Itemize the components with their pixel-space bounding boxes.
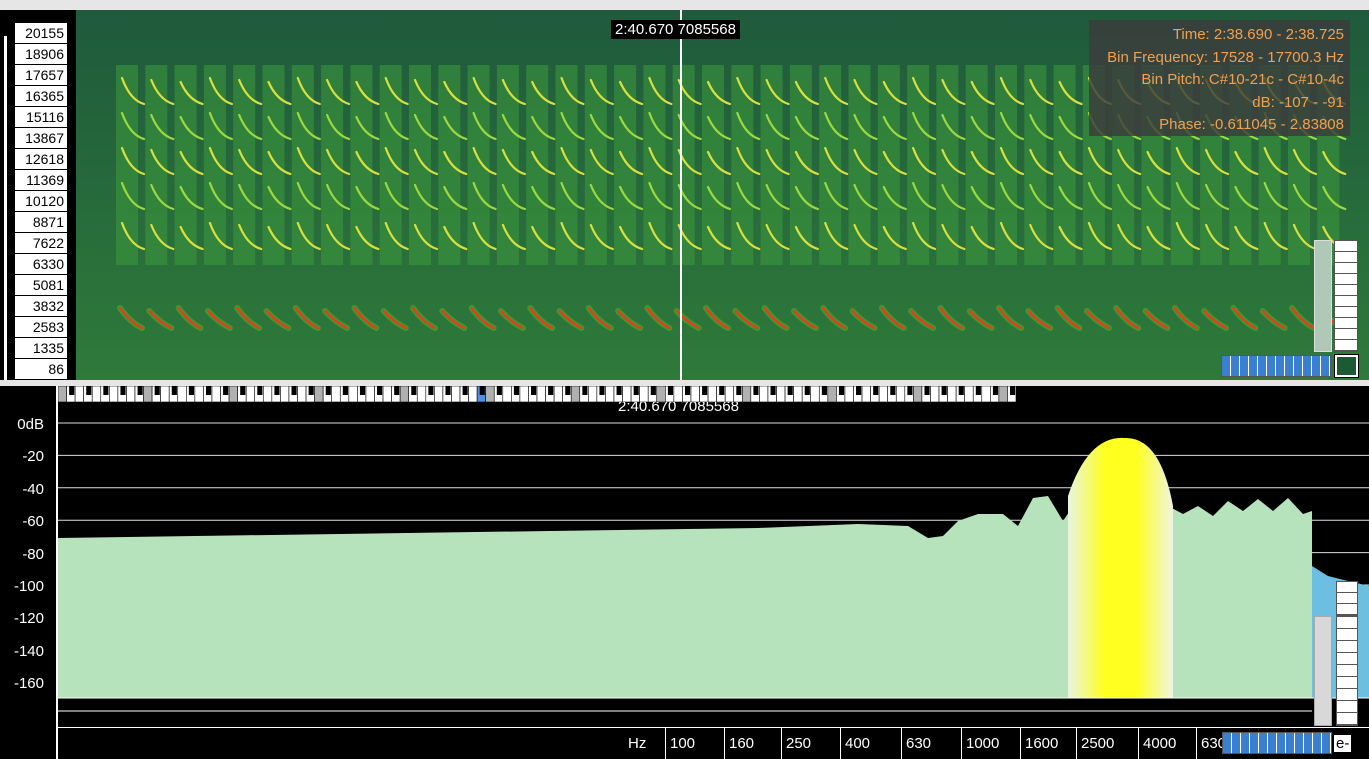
frequency-label: 8871 bbox=[15, 212, 67, 233]
spectrogram-view[interactable]: 2:40.670 7085568 Time: 2:38.690 - 2:38.7… bbox=[76, 10, 1369, 380]
hz-axis-label: 4000 bbox=[1143, 735, 1177, 752]
db-label: -120 bbox=[13, 610, 44, 628]
piano-keyboard[interactable] bbox=[58, 386, 1016, 402]
info-phase: Phase: -0.611045 - 2.83808 bbox=[1159, 116, 1344, 134]
db-label: -80 bbox=[22, 545, 44, 563]
frequency-scale-bar bbox=[4, 36, 7, 380]
spectrum-analyser-panel: 0dB -20 -40 -60 -80 -100 -120 -140 -160 2:40.670… bbox=[0, 386, 1369, 759]
hz-axis-tick bbox=[1196, 728, 1197, 759]
analyser-top-buttons[interactable] bbox=[1336, 581, 1358, 616]
db-label: -140 bbox=[13, 642, 44, 660]
frequency-label: 7622 bbox=[15, 233, 67, 254]
hz-axis-tick bbox=[1020, 728, 1021, 759]
hz-axis-tick bbox=[724, 728, 725, 759]
app-window: 20155 18906 17657 16365 15116 13867 12618 11369… bbox=[0, 0, 1369, 759]
db-label: -60 bbox=[22, 513, 44, 531]
frequency-label: 10120 bbox=[15, 191, 67, 212]
info-bin-frequency: Bin Frequency: 17528 - 17700.3 Hz bbox=[1107, 48, 1344, 66]
hz-axis-cut-label: e- bbox=[1334, 735, 1352, 752]
spectrogram-vertical-scrollbar[interactable] bbox=[1314, 240, 1332, 352]
analyser-vertical-scrollbar[interactable] bbox=[1314, 616, 1332, 726]
bin-info-tooltip: Time: 2:38.690 - 2:38.725 Bin Frequency:… bbox=[1089, 20, 1350, 136]
hz-axis-tick bbox=[781, 728, 782, 759]
hz-axis-label: 100 bbox=[670, 735, 696, 752]
spectrum-plot bbox=[58, 422, 1369, 712]
hz-axis-label: 1000 bbox=[966, 735, 1000, 752]
hz-axis-label: 250 bbox=[786, 735, 812, 752]
frequency-label: 15116 bbox=[15, 107, 67, 128]
colormap-button[interactable] bbox=[1334, 354, 1359, 378]
hz-axis-label: 2500 bbox=[1081, 735, 1115, 752]
hz-axis-tick bbox=[840, 728, 841, 759]
db-label: -40 bbox=[22, 480, 44, 498]
frequency-label: 12618 bbox=[15, 149, 67, 170]
hz-axis-label: 160 bbox=[729, 735, 755, 752]
frequency-scale: 20155 18906 17657 16365 15116 13867 12618 11369… bbox=[0, 10, 76, 380]
db-label: -160 bbox=[13, 675, 44, 693]
hz-axis-label: 400 bbox=[845, 735, 871, 752]
frequency-label: 18906 bbox=[15, 44, 67, 65]
frequency-label: 6330 bbox=[15, 254, 67, 275]
db-label: 0dB bbox=[17, 416, 44, 433]
hz-axis-label: 630 bbox=[906, 735, 932, 752]
frequency-label: 2583 bbox=[15, 317, 67, 338]
info-time: Time: 2:38.690 - 2:38.725 bbox=[1172, 26, 1344, 43]
frequency-label: 17657 bbox=[15, 65, 67, 86]
hz-axis-tick bbox=[961, 728, 962, 759]
db-label: -100 bbox=[13, 578, 44, 595]
hz-axis-label: Hz bbox=[628, 735, 647, 752]
spectrogram-panel: 20155 18906 17657 16365 15116 13867 12618 11369… bbox=[0, 10, 1369, 380]
spectrogram-vertical-zoom-buttons[interactable] bbox=[1334, 240, 1358, 352]
db-scale: 0dB -20 -40 -60 -80 -100 -120 -140 -160 bbox=[0, 386, 58, 759]
spectrum-view[interactable]: 2:40.670 7085568 Hz 100 160 250 400 630 1000 16… bbox=[58, 386, 1369, 759]
frequency-axis: Hz 100 160 250 400 630 1000 1600 2500 4000 630 e- bbox=[58, 727, 1369, 759]
spectrogram-horizontal-zoom-buttons[interactable] bbox=[1221, 355, 1331, 377]
frequency-label: 20155 bbox=[15, 23, 67, 44]
hz-axis-tick bbox=[665, 728, 666, 759]
info-db: dB: -107 - -91 bbox=[1252, 93, 1344, 111]
frequency-label: 86 bbox=[15, 359, 67, 380]
frequency-label: 3832 bbox=[15, 296, 67, 317]
frequency-label: 11369 bbox=[15, 170, 67, 191]
frequency-label: 5081 bbox=[15, 275, 67, 296]
frequency-label: 16365 bbox=[15, 86, 67, 107]
frequency-label: 1335 bbox=[15, 338, 67, 359]
frequency-label: 13867 bbox=[15, 128, 67, 149]
hz-axis-tick bbox=[901, 728, 902, 759]
hz-axis-tick bbox=[1076, 728, 1077, 759]
info-bin-pitch: Bin Pitch: C#10-21c - C#10-4c bbox=[1141, 71, 1344, 89]
db-label: -20 bbox=[22, 448, 44, 466]
hz-axis-label: 1600 bbox=[1025, 735, 1059, 752]
hz-axis-tick bbox=[1138, 728, 1139, 759]
playhead-cursor[interactable] bbox=[680, 10, 682, 380]
analyser-horizontal-zoom-buttons[interactable] bbox=[1222, 732, 1332, 754]
spectrogram-position-readout: 2:40.670 7085568 bbox=[611, 20, 740, 39]
analyser-vertical-zoom-buttons[interactable] bbox=[1336, 616, 1358, 726]
